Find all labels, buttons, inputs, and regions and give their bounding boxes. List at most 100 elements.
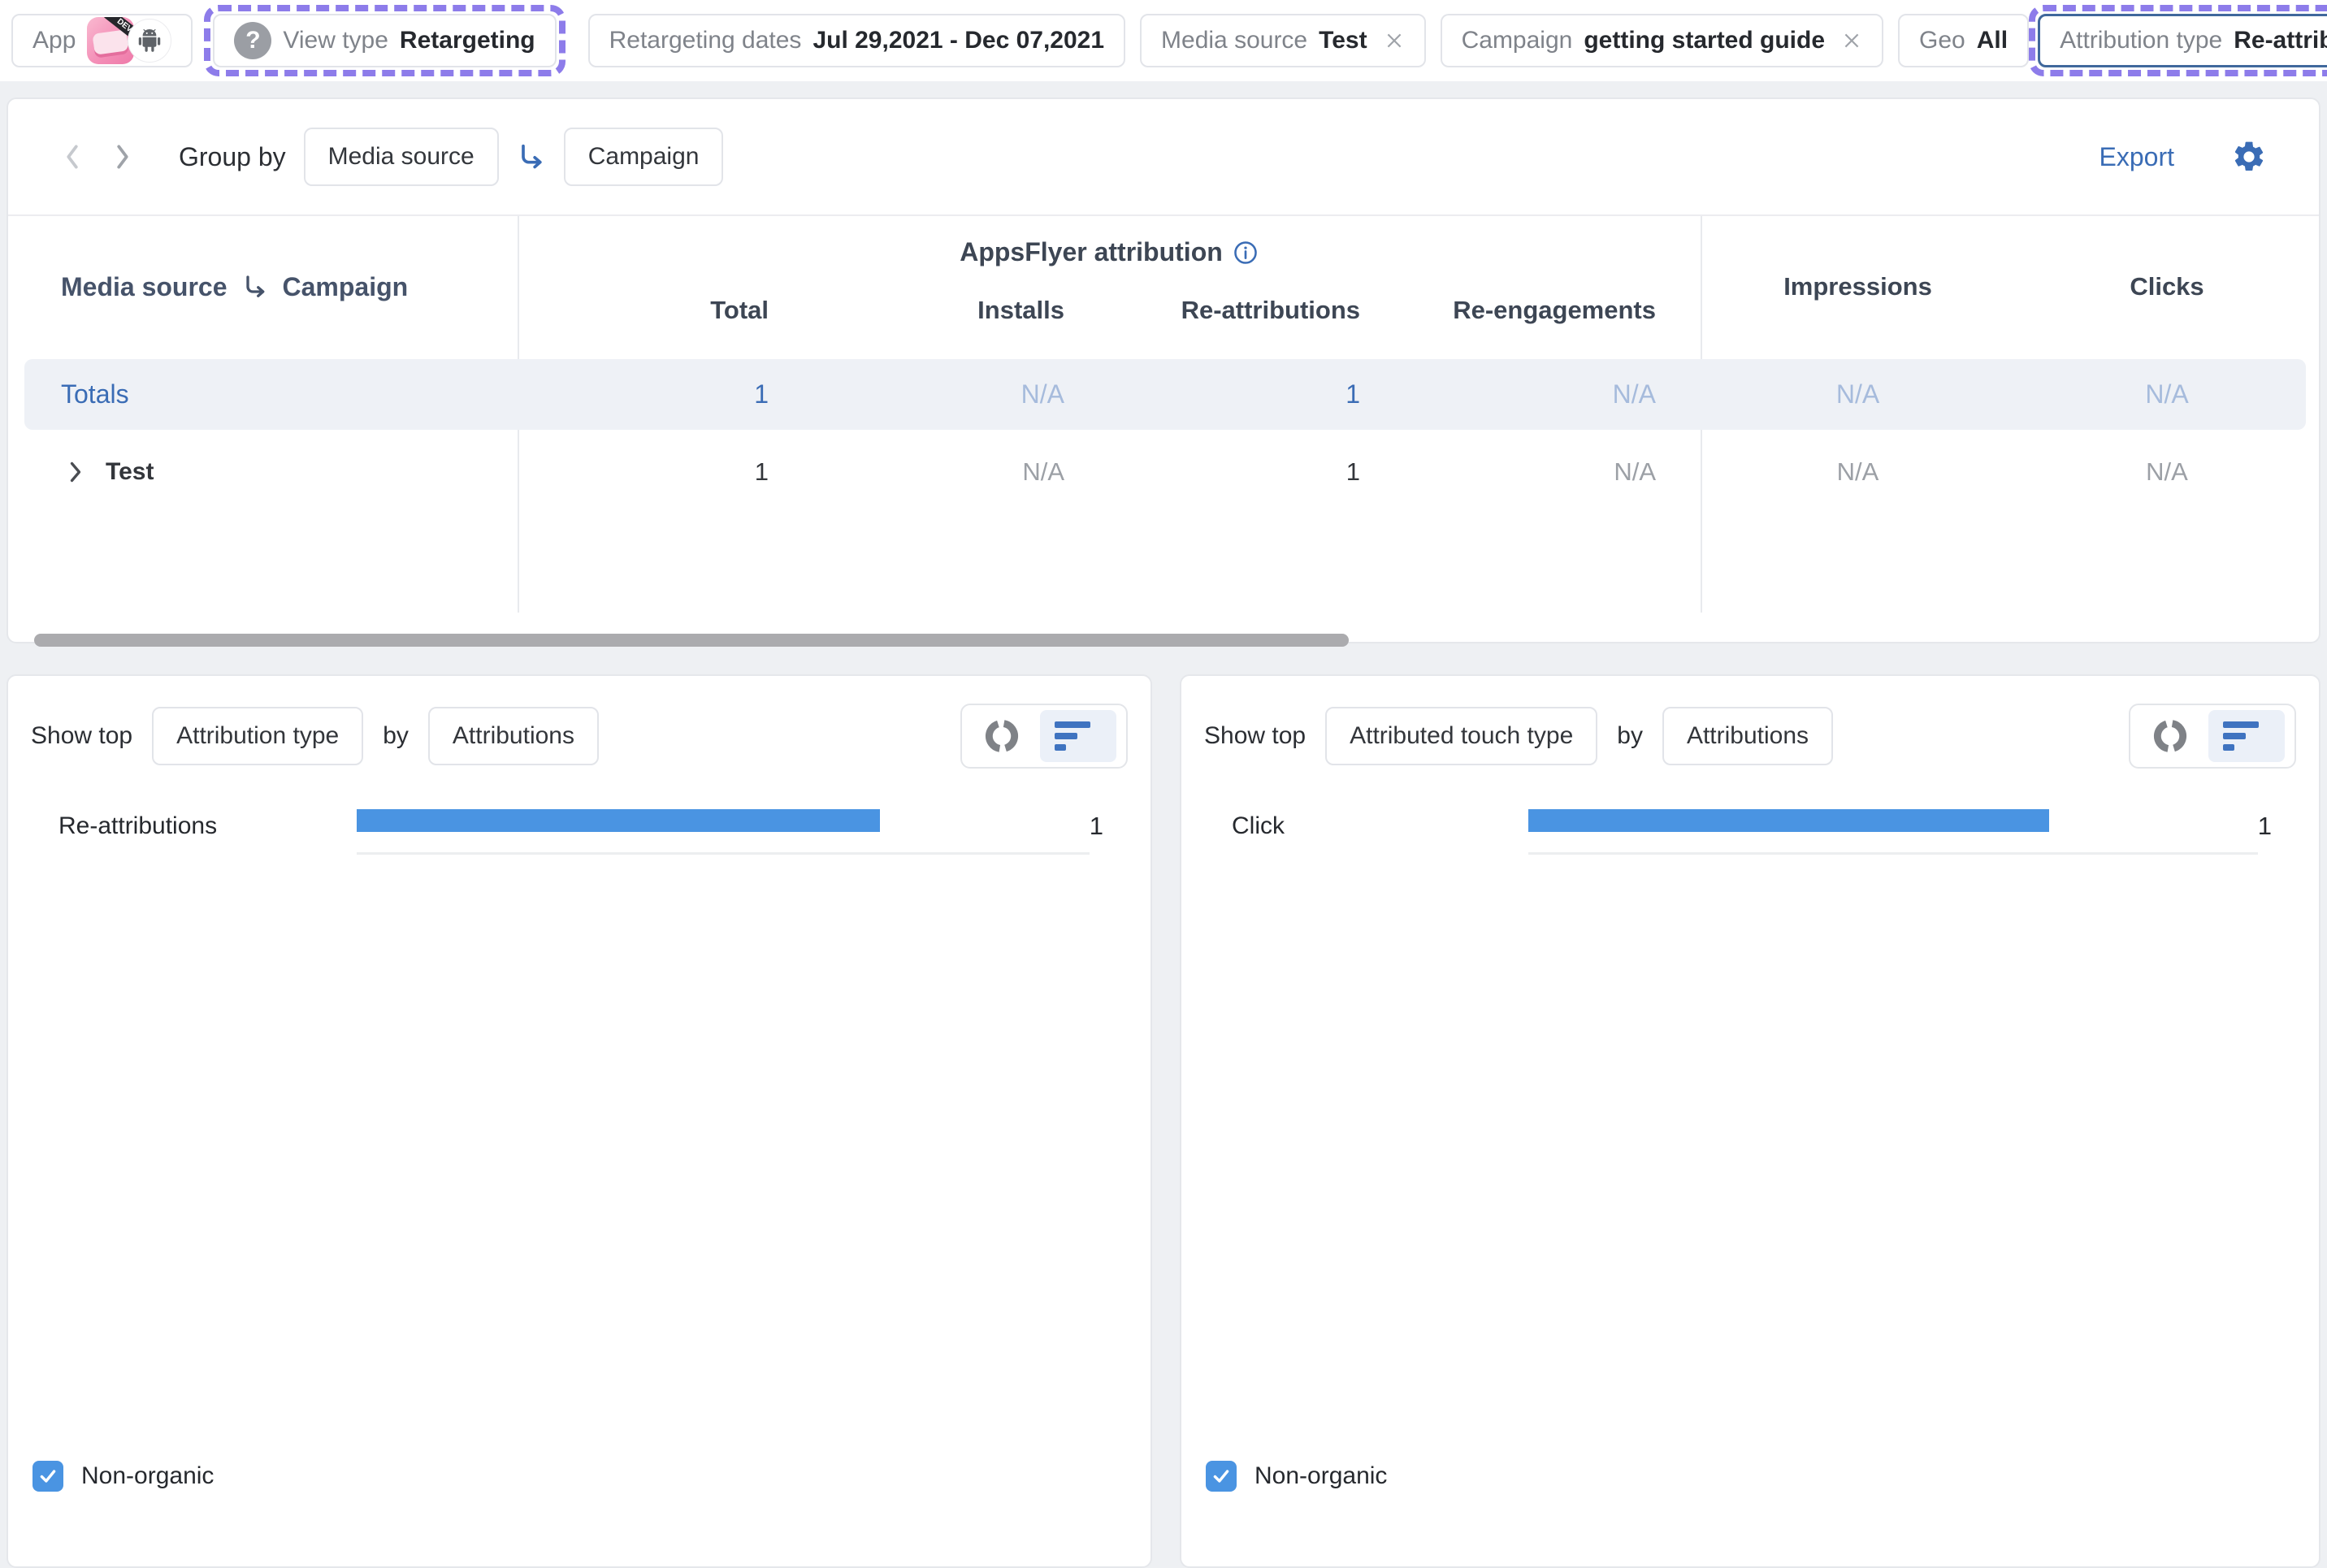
row-re-attributions: 1 [1109, 457, 1405, 487]
bar-plot-area [357, 798, 1090, 855]
row-media-source-name: Test [106, 458, 154, 486]
filter-bar: App DEV ? View type Retargetin [0, 0, 2327, 81]
row-clicks: N/A [2015, 457, 2319, 487]
app-selector-chip[interactable]: App DEV [11, 14, 193, 67]
groupby-secondary-button[interactable]: Campaign [564, 128, 724, 186]
column-header-installs[interactable]: Installs [813, 296, 1109, 359]
bar-axis-line [357, 852, 1090, 855]
metric-select-button[interactable]: Attributions [1662, 707, 1833, 765]
checkbox-label: Non-organic [81, 1462, 214, 1490]
view-type-label: View type [283, 27, 388, 54]
table-settings-gear-icon[interactable] [2231, 139, 2267, 175]
dimension-select-button[interactable]: Attribution type [152, 707, 363, 765]
attribution-type-chart-panel: Show top Attribution type by Attribution… [6, 674, 1152, 1568]
bar-axis-line [1528, 852, 2258, 855]
pill-label: Retargeting dates [609, 27, 802, 54]
view-type-highlight: ? View type Retargeting [204, 5, 565, 76]
chart-bar-row: Click 1 [1181, 798, 2319, 855]
bar-chart-icon[interactable] [1040, 710, 1116, 762]
show-top-label: Show top [31, 722, 132, 750]
pill-label: Geo [1919, 27, 1965, 54]
totals-row[interactable]: Totals 1 N/A 1 N/A N/A N/A [8, 359, 2319, 430]
groupby-toolbar: Group by Media source Campaign Export [8, 99, 2319, 214]
filter-pill-retargeting-dates[interactable]: Retargeting dates Jul 29,2021 - Dec 07,2… [588, 14, 1125, 67]
attribution-table-card: Group by Media source Campaign Export Ap… [6, 97, 2320, 643]
pill-label: Campaign [1462, 27, 1573, 54]
pill-label: Attribution type [2060, 27, 2222, 54]
chart-panel-header: Show top Attribution type by Attribution… [8, 705, 1150, 767]
totals-re-attributions: 1 [1109, 379, 1405, 409]
app-chip-label: App [32, 27, 76, 54]
totals-impressions: N/A [1701, 379, 2015, 409]
groupby-primary-button[interactable]: Media source [304, 128, 499, 186]
pill-label: Media source [1161, 27, 1307, 54]
prev-page-icon[interactable] [47, 141, 98, 172]
attributed-touch-type-chart-panel: Show top Attributed touch type by Attrib… [1180, 674, 2320, 1568]
row-installs: N/A [813, 457, 1109, 487]
remove-filter-icon[interactable] [1384, 30, 1405, 51]
bar-segment[interactable] [1528, 809, 2049, 832]
bar-value: 1 [2258, 812, 2319, 841]
totals-row-label: Totals [8, 379, 518, 409]
chart-type-toggle [960, 704, 1128, 769]
chart-bar-row: Re-attributions 1 [8, 798, 1150, 855]
chart-type-toggle [2129, 704, 2296, 769]
remove-filter-icon[interactable] [1841, 30, 1862, 51]
metric-select-button[interactable]: Attributions [428, 707, 599, 765]
table-header-row: Media source Campaign Total Installs Re-… [8, 214, 2319, 359]
pill-value: Test [1319, 27, 1367, 54]
totals-installs: N/A [813, 379, 1109, 409]
filter-pill-campaign[interactable]: Campaign getting started guide [1441, 14, 1883, 67]
first-column-header[interactable]: Media source Campaign [8, 272, 518, 302]
next-page-icon[interactable] [98, 141, 148, 172]
groupby-label: Group by [179, 142, 286, 172]
totals-re-engagements: N/A [1405, 379, 1701, 409]
table-row[interactable]: Test 1 N/A 1 N/A N/A N/A [8, 430, 2319, 513]
non-organic-checkbox[interactable] [1206, 1461, 1237, 1492]
column-header-re-engagements[interactable]: Re-engagements [1405, 296, 1701, 359]
sub-level-arrow-icon [240, 272, 270, 301]
expand-row-chevron-icon[interactable] [67, 460, 84, 484]
totals-total: 1 [518, 379, 813, 409]
horizontal-scrollbar[interactable] [34, 634, 1349, 647]
help-question-icon[interactable]: ? [234, 22, 271, 59]
android-icon [136, 27, 163, 54]
android-platform-badge [128, 19, 171, 63]
pie-chart-icon[interactable] [972, 710, 1032, 762]
bar-chart-icon[interactable] [2208, 710, 2285, 762]
by-label: by [1617, 722, 1643, 750]
legend-row: Non-organic [1206, 1461, 1387, 1492]
bar-category-label: Click [1181, 812, 1528, 840]
bar-segment[interactable] [357, 809, 880, 832]
legend-row: Non-organic [32, 1461, 214, 1492]
header-campaign: Campaign [283, 272, 409, 302]
totals-clicks: N/A [2015, 379, 2319, 409]
filter-pill-geo[interactable]: Geo All [1898, 14, 2029, 67]
view-type-value: Retargeting [400, 27, 535, 54]
row-impressions: N/A [1701, 457, 2015, 487]
view-type-chip[interactable]: ? View type Retargeting [213, 14, 556, 67]
bar-category-label: Re-attributions [8, 812, 357, 840]
show-top-label: Show top [1204, 722, 1306, 750]
pill-value: getting started guide [1584, 27, 1825, 54]
non-organic-checkbox[interactable] [32, 1461, 63, 1492]
row-re-engagements: N/A [1405, 457, 1701, 487]
column-header-total[interactable]: Total [518, 296, 813, 359]
row-total: 1 [518, 457, 813, 487]
dimension-select-button[interactable]: Attributed touch type [1325, 707, 1597, 765]
pie-chart-icon[interactable] [2140, 710, 2200, 762]
attribution-type-highlight: Attribution type Re-attributions [2029, 5, 2327, 76]
checkbox-label: Non-organic [1254, 1462, 1387, 1490]
filter-pill-media-source[interactable]: Media source Test [1140, 14, 1426, 67]
chart-panel-header: Show top Attributed touch type by Attrib… [1181, 705, 2319, 767]
column-header-impressions[interactable]: Impressions [1701, 272, 2015, 301]
export-button[interactable]: Export [2100, 142, 2174, 172]
column-header-clicks[interactable]: Clicks [2015, 272, 2319, 301]
appsflyer-dashboard: App DEV ? View type Retargetin [0, 0, 2327, 1516]
filter-pill-attribution-type[interactable]: Attribution type Re-attributions [2038, 14, 2327, 67]
bar-value: 1 [1090, 812, 1150, 841]
sub-level-arrow-icon [515, 141, 548, 173]
by-label: by [383, 722, 409, 750]
pill-value: All [1977, 27, 2008, 54]
column-header-re-attributions[interactable]: Re-attributions [1109, 296, 1405, 359]
